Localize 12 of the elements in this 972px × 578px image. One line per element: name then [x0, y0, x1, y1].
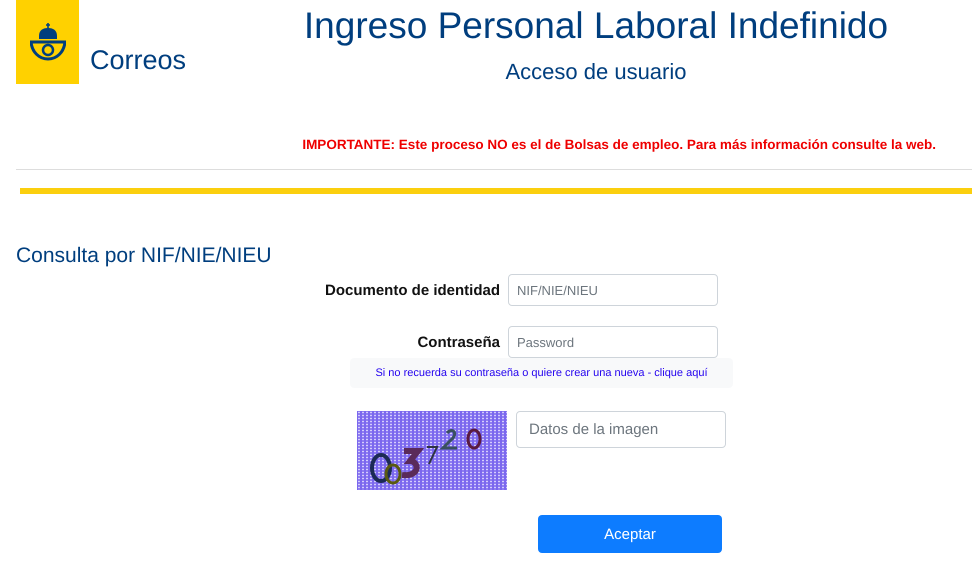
warning-notice: IMPORTANTE: Este proceso NO es el de Bolsas de empleo. Para más información consulte la web. — [301, 137, 936, 152]
brand-name: Correos — [90, 45, 188, 76]
form-heading: Consulta por NIF/NIE/NIEU — [16, 244, 273, 268]
input-field[interactable]: Password — [508, 326, 718, 358]
input-field[interactable]: NIF/NIE/NIEU — [508, 274, 718, 306]
field-label: Documento de identidad — [324, 282, 501, 298]
page-subtitle: Acceso de usuario — [504, 59, 688, 85]
accept-button[interactable]: Aceptar — [538, 515, 722, 553]
field-label: Contraseña — [416, 334, 501, 350]
page-title: Ingreso Personal Laboral Indefinido — [302, 5, 890, 47]
input-field[interactable]: Datos de la imagen — [516, 411, 726, 448]
post-horn-icon — [30, 22, 66, 62]
